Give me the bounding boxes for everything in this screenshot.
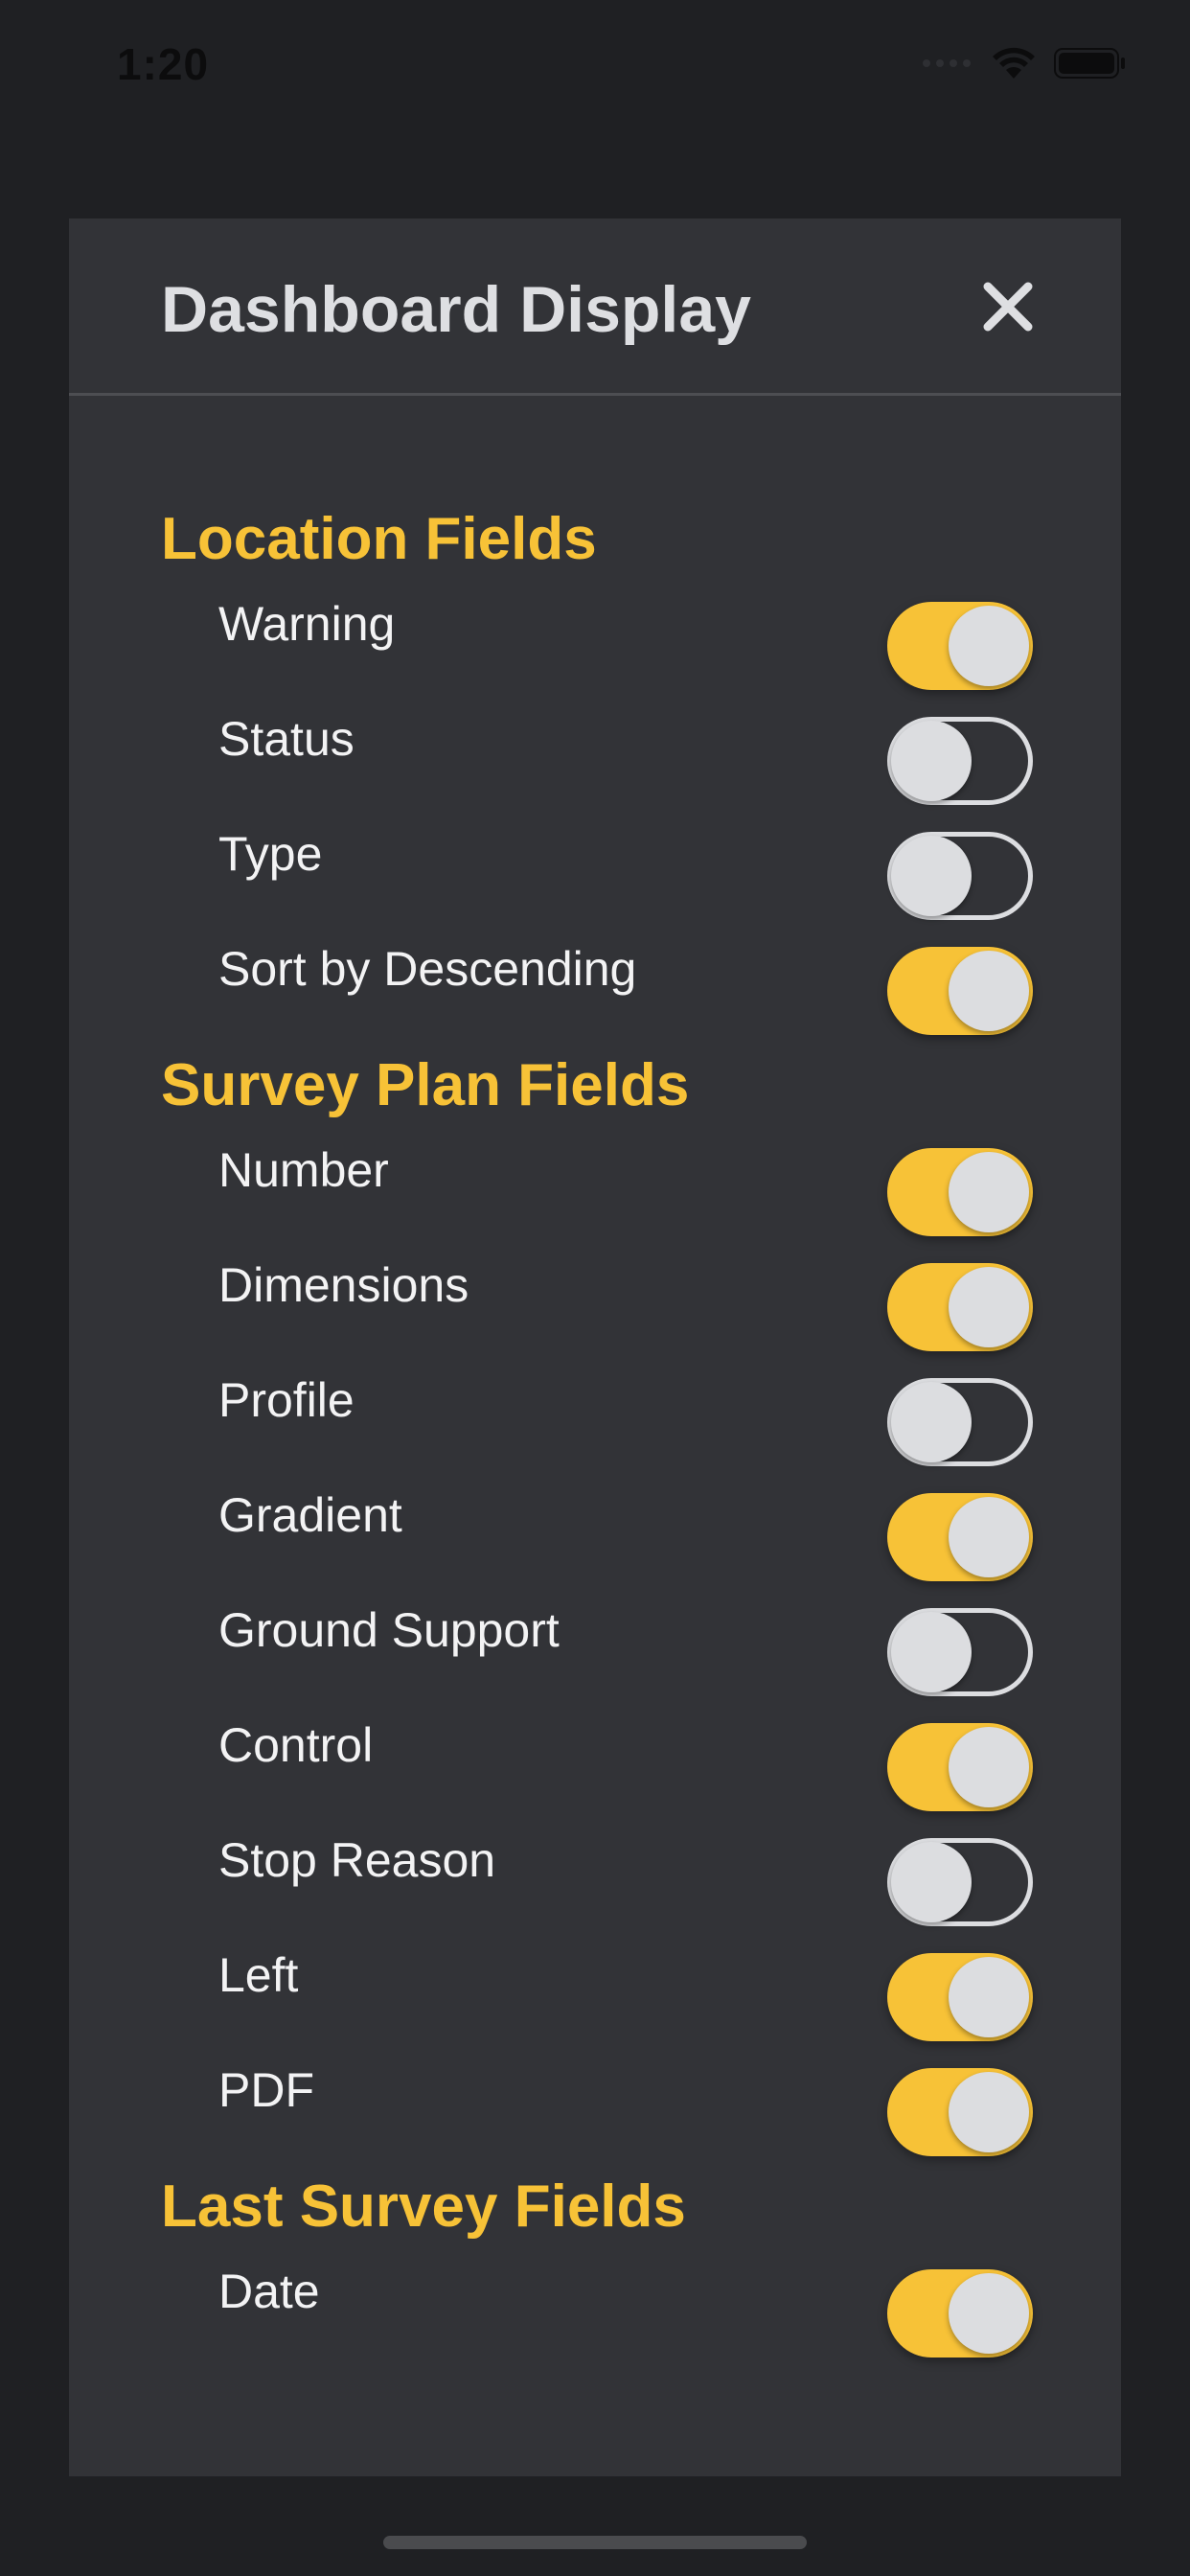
toggle-row: PDF [69, 2049, 1121, 2164]
section-title: Last Survey Fields [161, 2174, 686, 2240]
toggle-row: Date [69, 2250, 1121, 2365]
toggle-switch[interactable] [887, 1723, 1033, 1811]
toggle-switch[interactable] [887, 1953, 1033, 2041]
toggle-label: Profile [218, 1373, 355, 1427]
toggle-knob [949, 606, 1029, 686]
toggle-row: Sort by Descending [69, 928, 1121, 1043]
toggle-label: Stop Reason [218, 1833, 496, 1887]
toggle-switch[interactable] [887, 1493, 1033, 1581]
toggle-label: Date [218, 2265, 320, 2318]
wifi-icon [993, 47, 1035, 79]
toggle-knob [891, 1382, 972, 1462]
toggle-label: Warning [218, 597, 396, 651]
toggle-row: Stop Reason [69, 1819, 1121, 1934]
toggle-switch[interactable] [887, 1148, 1033, 1236]
toggle-knob [949, 2072, 1029, 2152]
dialog-header: Dashboard Display [69, 218, 1121, 396]
toggle-label: Status [218, 712, 355, 766]
toggle-knob [949, 1727, 1029, 1807]
toggle-row: Number [69, 1129, 1121, 1244]
toggle-switch[interactable] [887, 602, 1033, 690]
toggle-row: Left [69, 1934, 1121, 2049]
cellular-signal-icon [923, 59, 971, 67]
toggle-knob [891, 836, 972, 916]
dialog-title: Dashboard Display [161, 273, 751, 346]
toggle-row: Ground Support [69, 1589, 1121, 1704]
toggle-label: Control [218, 1718, 374, 1772]
toggle-switch[interactable] [887, 832, 1033, 920]
status-icons [922, 44, 1127, 82]
toggle-switch[interactable] [887, 2269, 1033, 2358]
toggle-switch[interactable] [887, 1608, 1033, 1696]
toggle-knob [891, 721, 972, 801]
toggle-knob [949, 2273, 1029, 2354]
toggle-label: Left [218, 1948, 299, 2002]
toggle-row: Profile [69, 1359, 1121, 1474]
toggle-knob [949, 951, 1029, 1031]
settings-section: Survey Plan Fields Number Dimensions Profil… [69, 1043, 1121, 2164]
toggle-switch[interactable] [887, 2068, 1033, 2156]
toggle-label: Gradient [218, 1488, 402, 1542]
settings-section: Last Survey Fields Date [69, 2164, 1121, 2365]
toggle-row: Type [69, 813, 1121, 928]
toggle-knob [949, 1957, 1029, 2037]
close-icon [983, 282, 1033, 332]
toggle-switch[interactable] [887, 1378, 1033, 1466]
dashboard-display-dialog: Dashboard Display Location Fields Warning… [69, 218, 1121, 2476]
toggle-knob [891, 1842, 972, 1922]
toggle-row: Status [69, 698, 1121, 813]
toggle-label: Number [218, 1143, 389, 1197]
toggle-knob [949, 1267, 1029, 1347]
battery-icon [1054, 48, 1125, 79]
home-indicator[interactable] [383, 2536, 807, 2549]
toggle-switch[interactable] [887, 717, 1033, 805]
toggle-label: Ground Support [218, 1603, 560, 1657]
toggle-switch[interactable] [887, 1263, 1033, 1351]
section-title: Location Fields [161, 506, 597, 572]
toggle-row: Warning [69, 583, 1121, 698]
settings-section: Location Fields Warning Status Type Sort by … [69, 496, 1121, 1043]
toggle-knob [949, 1152, 1029, 1232]
settings-sections: Location Fields Warning Status Type Sort by … [69, 496, 1121, 2365]
status-time: 1:20 [117, 39, 210, 89]
section-title: Survey Plan Fields [161, 1052, 690, 1118]
toggle-row: Gradient [69, 1474, 1121, 1589]
toggle-knob [891, 1612, 972, 1692]
toggle-label: Type [218, 827, 323, 881]
toggle-switch[interactable] [887, 947, 1033, 1035]
toggle-row: Dimensions [69, 1244, 1121, 1359]
toggle-label: Sort by Descending [218, 942, 637, 996]
toggle-label: PDF [218, 2063, 314, 2117]
status-bar: 1:20 [0, 0, 1190, 134]
toggle-switch[interactable] [887, 1838, 1033, 1926]
close-button[interactable] [970, 268, 1046, 345]
toggle-label: Dimensions [218, 1258, 469, 1312]
toggle-row: Control [69, 1704, 1121, 1819]
toggle-knob [949, 1497, 1029, 1577]
